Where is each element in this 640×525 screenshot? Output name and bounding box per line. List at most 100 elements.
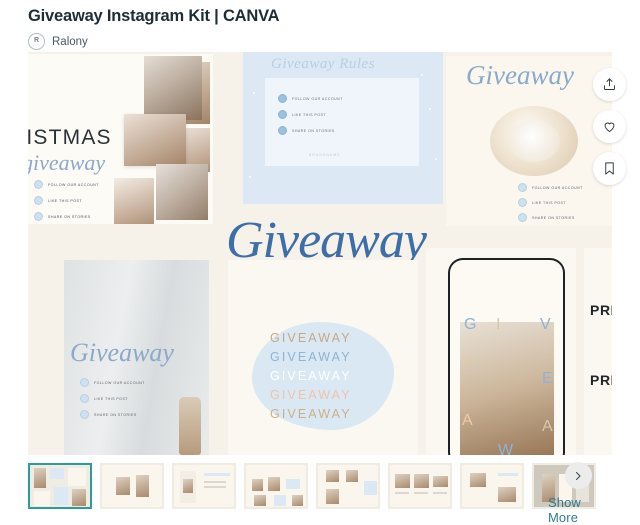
thumbnail-7[interactable] [460,463,524,509]
heart-icon [604,122,615,132]
christmas-headline: RISTMAS [28,126,112,149]
letter: W [498,442,515,455]
step-item: SHARE ON STORIES [34,212,99,221]
thumbnail-5[interactable] [316,463,380,509]
step-dot-icon [34,180,43,189]
letter: V [540,316,552,333]
step-label: FOLLOW OUR ACCOUNT [532,185,583,190]
photo-tile [156,164,208,220]
preview-panel-word-stack: GIVEAWAY GIVEAWAY GIVEAWAY GIVEAWAY GIVE… [228,260,418,455]
step-dot-icon [278,94,287,103]
preview-panel-curtain: Giveaway FOLLOW OUR ACCOUNT LIKE THIS PO… [64,260,209,455]
vase-decoration [179,397,201,455]
step-label: FOLLOW OUR ACCOUNT [48,182,99,187]
step-label: SHARE ON STORIES [292,128,335,133]
thumbnail-4[interactable] [244,463,308,509]
step-label: LIKE THIS POST [292,112,326,117]
rules-steps: FOLLOW OUR ACCOUNT LIKE THIS POST SHARE … [278,94,343,135]
step-label: FOLLOW OUR ACCOUNT [94,380,145,385]
author-row[interactable]: R Ralony [28,33,612,50]
thumbnail-2[interactable] [100,463,164,509]
step-dot-icon [34,196,43,205]
rules-card-heading: Giveaway Rules [271,56,376,72]
thumbnail-1[interactable] [28,463,92,509]
phone-photo [460,322,554,455]
step-item: FOLLOW OUR ACCOUNT [80,378,145,387]
step-label: LIKE THIS POST [94,396,128,401]
step-label: FOLLOW OUR ACCOUNT [292,96,343,101]
letter: E [542,370,554,387]
christmas-steps: FOLLOW OUR ACCOUNT LIKE THIS POST SHARE … [34,180,99,221]
stack-word: GIVEAWAY [270,369,352,383]
step-dot-icon [80,378,89,387]
photo-tile [144,56,202,120]
step-label: SHARE ON STORIES [94,412,137,417]
rules-inner-card: FOLLOW OUR ACCOUNT LIKE THIS POST SHARE … [265,78,419,166]
thumbnail-strip [28,463,596,509]
favorite-button[interactable] [593,110,626,143]
step-dot-icon [80,410,89,419]
step-label: LIKE THIS POST [532,200,566,205]
letter: A [542,418,554,435]
photo-tile [124,114,186,166]
preview-panel-preset: PRE G PRE G [584,248,612,455]
header: Giveaway Instagram Kit | CANVA R Ralony [28,4,612,50]
preview-panel-phone-mockup: G I V Y E A W A [426,248,576,455]
step-label: SHARE ON STORIES [48,214,91,219]
step-dot-icon [34,212,43,221]
stack-word: GIVEAWAY [270,388,352,402]
step-dot-icon [518,213,527,222]
avatar: R [28,33,45,50]
letter: Y [462,356,474,373]
show-more-label[interactable]: Show More [548,495,608,525]
show-more-circle[interactable] [564,462,592,489]
save-button[interactable] [593,152,626,185]
step-item: FOLLOW OUR ACCOUNT [34,180,99,189]
letter: A [462,412,474,429]
preset-label: PRE [590,302,612,318]
share-button[interactable] [593,68,626,101]
step-item: LIKE THIS POST [518,198,583,207]
product-preview-page: Giveaway Instagram Kit | CANVA R Ralony … [0,0,640,525]
photo-tile [114,178,154,224]
bookmark-icon [605,162,614,175]
step-item: LIKE THIS POST [34,196,99,205]
step-item: FOLLOW OUR ACCOUNT [278,94,343,103]
step-dot-icon [518,198,527,207]
step-label: LIKE THIS POST [48,198,82,203]
author-name[interactable]: Ralony [52,35,88,49]
page-title: Giveaway Instagram Kit | CANVA [28,7,280,25]
main-preview-image[interactable]: RISTMAS giveaway FOLLOW OUR ACCOUNT LIKE… [28,52,612,455]
show-more-button[interactable]: Show More [548,462,608,525]
preview-panel-photo-cluster [114,52,224,227]
curtain-script: Giveaway [70,338,174,367]
step-dot-icon [80,394,89,403]
thumbnail-3[interactable] [172,463,236,509]
step-item: SHARE ON STORIES [80,410,145,419]
word-stack-list: GIVEAWAY GIVEAWAY GIVEAWAY GIVEAWAY GIVE… [270,330,352,423]
step-item: FOLLOW OUR ACCOUNT [518,183,583,192]
chevron-right-icon [576,471,581,480]
stack-word: GIVEAWAY [270,407,352,421]
preset-label: PRE [590,372,612,388]
step-item: LIKE THIS POST [80,394,145,403]
right-card-script: Giveaway [466,60,574,90]
step-dot-icon [278,110,287,119]
rules-card-footer: BRANDNAME [309,153,341,157]
letter: I [496,316,502,333]
curtain-steps: FOLLOW OUR ACCOUNT LIKE THIS POST SHARE … [80,378,145,419]
phone-frame: G I V Y E A W A [448,258,565,455]
step-item: SHARE ON STORIES [518,213,583,222]
step-dot-icon [278,126,287,135]
step-label: SHARE ON STORIES [532,215,575,220]
thumbnail-6[interactable] [388,463,452,509]
share-icon [604,78,615,90]
step-item: SHARE ON STORIES [278,126,343,135]
stack-word: GIVEAWAY [270,331,352,345]
right-card-steps: FOLLOW OUR ACCOUNT LIKE THIS POST SHARE … [518,183,583,222]
letter: G [464,316,478,333]
bowl-inner [508,120,560,162]
preview-panel-rules-card: Giveaway Rules FOLLOW OUR ACCOUNT LIKE T… [243,52,443,204]
image-action-buttons [593,68,626,185]
bowl-photo [490,106,578,176]
